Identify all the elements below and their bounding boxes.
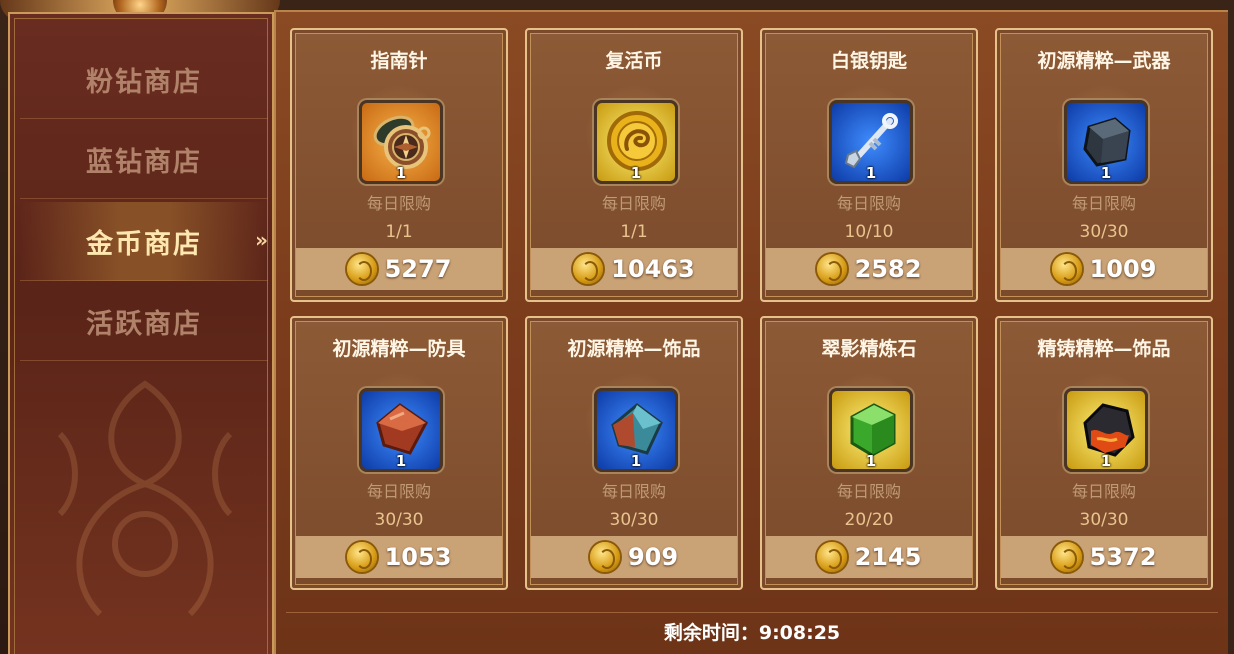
daily-limit-count: 1/1 (620, 222, 648, 242)
buy-price-button[interactable]: 5277 (296, 248, 502, 290)
daily-limit-label: 每日限购 (366, 482, 431, 501)
shop-card-compass[interactable]: 指南针 1 每日限购 1/1 5277 (290, 28, 508, 302)
gold-coin-icon (1051, 542, 1082, 572)
buy-price-button[interactable]: 2145 (766, 536, 972, 578)
buy-price-button[interactable]: 1053 (296, 536, 502, 578)
gold-coin-icon (816, 542, 847, 572)
item-name: 白银钥匙 (830, 50, 907, 72)
item-icon-frame[interactable]: 1 (1064, 388, 1148, 472)
item-icon-frame[interactable]: 1 (594, 100, 678, 184)
item-name: 初源精粹—饰品 (567, 338, 701, 360)
item-icon-frame[interactable]: 1 (1064, 100, 1148, 184)
daily-limit-label: 每日限购 (366, 194, 431, 213)
item-price: 2145 (854, 543, 922, 571)
item-name: 精铸精粹—饰品 (1037, 338, 1171, 360)
gold-coin-icon (346, 542, 377, 572)
gold-coin-icon (816, 254, 847, 284)
daily-limit-count: 10/10 (844, 222, 894, 242)
item-price: 2582 (854, 255, 922, 283)
sidebar-item-activity-shop[interactable]: 活跃商店 (20, 282, 268, 361)
gold-coin-icon (573, 254, 604, 284)
gold-coin-icon (346, 254, 377, 284)
shop-card-accessory-essence[interactable]: 初源精粹—饰品 1 每日限购 30/30 909 (525, 316, 743, 590)
daily-limit-count: 1/1 (385, 222, 413, 242)
item-quantity: 1 (395, 452, 407, 470)
item-price: 1009 (1089, 255, 1157, 283)
gold-coin-icon (589, 542, 620, 572)
daily-limit-label: 每日限购 (601, 482, 666, 501)
item-icon-frame[interactable]: 1 (359, 388, 443, 472)
item-quantity: 1 (395, 164, 407, 182)
item-icon-frame[interactable]: 1 (829, 388, 913, 472)
game-shop-screen: 粉钻商店 蓝钻商店 金币商店 » 活跃商店 指南针 1 每日限购 1/1 527… (0, 0, 1234, 654)
daily-limit-label: 每日限购 (1071, 482, 1136, 501)
right-edge-frame (1228, 0, 1234, 654)
footer-divider (286, 612, 1218, 613)
sidebar-item-label: 金币商店 (86, 228, 202, 260)
item-price: 1053 (384, 543, 452, 571)
item-name: 复活币 (605, 50, 663, 72)
item-name: 初源精粹—武器 (1037, 50, 1171, 72)
daily-limit-label: 每日限购 (836, 194, 901, 213)
item-price: 10463 (611, 255, 695, 283)
item-quantity: 1 (630, 164, 642, 182)
shop-card-green-refine-stone[interactable]: 翠影精炼石 1 每日限购 20/20 2145 (760, 316, 978, 590)
sidebar-item-pink-diamond-shop[interactable]: 粉钻商店 (20, 40, 268, 119)
gold-coin-icon (1051, 254, 1082, 284)
sidebar-item-label: 活跃商店 (86, 308, 202, 340)
item-name: 指南针 (370, 50, 428, 72)
daily-limit-count: 30/30 (374, 510, 424, 530)
shop-main-panel: 指南针 1 每日限购 1/1 5277 复活币 1 每日限购 1/1 10463… (274, 10, 1230, 654)
refresh-timer: 剩余时间：9:08:25 (663, 622, 841, 644)
buy-price-button[interactable]: 909 (531, 536, 737, 578)
buy-price-button[interactable]: 10463 (531, 248, 737, 290)
shop-card-forge-essence[interactable]: 精铸精粹—饰品 1 每日限购 30/30 5372 (995, 316, 1213, 590)
daily-limit-label: 每日限购 (836, 482, 901, 501)
item-quantity: 1 (865, 164, 877, 182)
daily-limit-count: 30/30 (1079, 510, 1129, 530)
sidebar-item-label: 蓝钻商店 (86, 146, 202, 178)
shop-card-armor-essence[interactable]: 初源精粹—防具 1 每日限购 30/30 1053 (290, 316, 508, 590)
shop-card-revive-coin[interactable]: 复活币 1 每日限购 1/1 10463 (525, 28, 743, 302)
item-icon-frame[interactable]: 1 (594, 388, 678, 472)
item-quantity: 1 (630, 452, 642, 470)
item-icon-frame[interactable]: 1 (829, 100, 913, 184)
active-arrow-icon: » (255, 228, 270, 252)
shop-card-silver-key[interactable]: 白银钥匙 1 每日限购 10/10 2582 (760, 28, 978, 302)
shop-card-weapon-essence[interactable]: 初源精粹—武器 1 每日限购 30/30 1009 (995, 28, 1213, 302)
buy-price-button[interactable]: 1009 (1001, 248, 1207, 290)
daily-limit-count: 30/30 (1079, 222, 1129, 242)
item-icon-frame[interactable]: 1 (359, 100, 443, 184)
daily-limit-count: 30/30 (609, 510, 659, 530)
sidebar-item-blue-diamond-shop[interactable]: 蓝钻商店 (20, 120, 268, 199)
sidebar-ornament-pattern (57, 380, 233, 617)
item-quantity: 1 (1100, 164, 1112, 182)
buy-price-button[interactable]: 2582 (766, 248, 972, 290)
daily-limit-count: 20/20 (844, 510, 894, 530)
daily-limit-label: 每日限购 (601, 194, 666, 213)
sidebar-item-label: 粉钻商店 (86, 66, 202, 98)
item-name: 初源精粹—防具 (332, 338, 466, 360)
daily-limit-label: 每日限购 (1071, 194, 1136, 213)
item-quantity: 1 (1100, 452, 1112, 470)
item-name: 翠影精炼石 (821, 338, 917, 360)
buy-price-button[interactable]: 5372 (1001, 536, 1207, 578)
item-quantity: 1 (865, 452, 877, 470)
item-price: 5277 (384, 255, 452, 283)
sidebar-item-gold-coin-shop[interactable]: 金币商店 » (20, 202, 268, 281)
item-price: 909 (627, 543, 679, 571)
shop-sidebar: 粉钻商店 蓝钻商店 金币商店 » 活跃商店 (8, 12, 274, 654)
item-price: 5372 (1089, 543, 1157, 571)
